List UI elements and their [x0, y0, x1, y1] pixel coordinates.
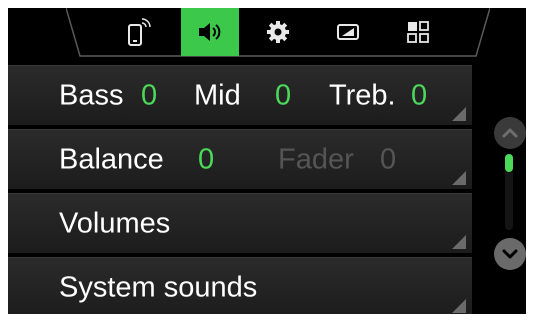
treble-value: 0: [411, 79, 428, 111]
tab-display[interactable]: [319, 8, 377, 56]
tab-sound[interactable]: [181, 8, 239, 56]
grid-icon: [407, 21, 429, 43]
tab-apps[interactable]: [389, 8, 447, 56]
speaker-icon: [199, 23, 221, 41]
fader-label: Fader: [278, 143, 354, 175]
bass-value: 0: [141, 79, 158, 111]
scrollbar-thumb[interactable]: [505, 154, 513, 172]
gear-icon: [267, 21, 289, 43]
display-icon: [337, 24, 359, 40]
tone-row[interactable]: Bass 0 Mid 0 Treb. 0: [8, 65, 472, 125]
mid-label: Mid: [194, 79, 241, 111]
tab-settings[interactable]: [249, 8, 307, 56]
volumes-row[interactable]: Volumes: [8, 193, 472, 253]
balance-label: Balance: [59, 143, 164, 175]
phone-icon: [128, 18, 151, 46]
mid-value: 0: [275, 79, 292, 111]
expand-corner-icon: [452, 107, 466, 121]
expand-corner-icon: [452, 235, 466, 249]
balance-row[interactable]: Balance 0 Fader 0: [8, 129, 472, 189]
scrollbar-track[interactable]: [505, 154, 513, 230]
chevron-down-icon: [502, 249, 518, 259]
audio-settings-screen: Bass 0 Mid 0 Treb. 0 Balance 0 Fader 0 V…: [8, 8, 526, 314]
treble-label: Treb.: [329, 79, 396, 111]
system-sounds-label: System sounds: [59, 271, 258, 303]
volumes-label: Volumes: [59, 207, 171, 239]
scroll-up-button[interactable]: [494, 117, 526, 149]
fader-value: 0: [380, 143, 397, 175]
scroll-down-button[interactable]: [494, 238, 526, 270]
expand-corner-icon: [452, 299, 466, 313]
balance-value: 0: [198, 143, 215, 175]
chevron-up-icon: [502, 128, 518, 138]
bass-label: Bass: [59, 79, 124, 111]
expand-corner-icon: [452, 171, 466, 185]
tab-bar: [66, 8, 490, 66]
system-sounds-row[interactable]: System sounds: [8, 257, 472, 314]
tab-phone[interactable]: [108, 8, 166, 56]
